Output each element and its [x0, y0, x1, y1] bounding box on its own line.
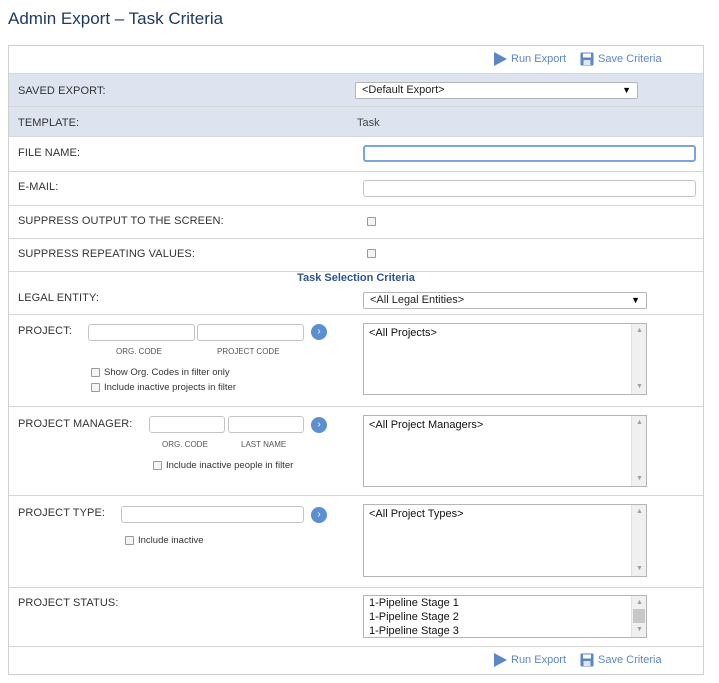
show-org-codes-label: Show Org. Codes in filter only: [104, 367, 230, 378]
page-title: Admin Export – Task Criteria: [8, 9, 224, 28]
project-org-code-input[interactable]: [88, 324, 195, 341]
project-status-listbox[interactable]: 1-Pipeline Stage 1 1-Pipeline Stage 2 1-…: [363, 595, 647, 638]
scroll-down-arrow-icon[interactable]: ▼: [632, 473, 647, 485]
org-code-caption: ORG. CODE: [116, 347, 162, 356]
file-name-label: FILE NAME:: [18, 147, 81, 159]
email-label: E-MAIL:: [18, 181, 59, 193]
email-input[interactable]: [363, 180, 696, 197]
top-toolbar: Run Export Save Criteria: [9, 46, 703, 74]
save-criteria-label: Save Criteria: [598, 53, 662, 65]
include-inactive-people-checkbox[interactable]: [153, 461, 162, 470]
project-listbox[interactable]: <All Projects> ▲ ▼: [363, 323, 647, 395]
suppress-output-label: SUPPRESS OUTPUT TO THE SCREEN:: [18, 215, 224, 227]
file-name-input[interactable]: [363, 145, 696, 162]
project-manager-search-button[interactable]: ›: [311, 417, 327, 433]
section-header-row: Task Selection Criteria: [9, 272, 703, 288]
floppy-disk-icon: [580, 52, 594, 66]
suppress-repeating-checkbox[interactable]: [367, 249, 376, 258]
list-item[interactable]: <All Project Types>: [364, 507, 646, 521]
project-manager-label: PROJECT MANAGER:: [18, 418, 133, 430]
save-criteria-label: Save Criteria: [598, 654, 662, 666]
pm-org-code-input[interactable]: [149, 416, 225, 433]
project-code-input[interactable]: [197, 324, 304, 341]
project-type-input[interactable]: [121, 506, 304, 523]
suppress-output-row: SUPPRESS OUTPUT TO THE SCREEN:: [9, 206, 703, 239]
include-inactive-types-label: Include inactive: [138, 535, 204, 546]
run-export-button-bottom[interactable]: Run Export: [494, 653, 566, 667]
project-search-button[interactable]: ›: [311, 324, 327, 340]
file-name-row: FILE NAME:: [9, 137, 703, 172]
project-manager-row: PROJECT MANAGER: ORG. CODE LAST NAME › I…: [9, 407, 703, 496]
play-icon: [494, 653, 507, 667]
run-export-label: Run Export: [511, 53, 567, 65]
project-status-label: PROJECT STATUS:: [18, 597, 119, 609]
arrow-right-circle-icon: ›: [317, 419, 321, 430]
project-row: PROJECT: ORG. CODE PROJECT CODE › Show O…: [9, 315, 703, 407]
project-type-search-button[interactable]: ›: [311, 507, 327, 523]
arrow-right-circle-icon: ›: [317, 509, 321, 520]
task-selection-criteria-title: Task Selection Criteria: [297, 272, 415, 284]
template-value: Task: [357, 117, 380, 129]
export-form: Run Export Save Criteria SAVED EXPORT: <…: [8, 45, 704, 675]
include-inactive-projects-label: Include inactive projects in filter: [104, 382, 237, 393]
suppress-output-checkbox[interactable]: [367, 217, 376, 226]
scroll-up-arrow-icon[interactable]: ▲: [632, 325, 647, 337]
caret-down-icon: ▼: [622, 85, 631, 95]
list-item[interactable]: <All Projects>: [364, 326, 646, 340]
project-code-caption: PROJECT CODE: [217, 347, 280, 356]
run-export-button-top[interactable]: Run Export: [494, 52, 566, 66]
play-icon: [494, 52, 507, 66]
include-inactive-types-checkbox[interactable]: [125, 536, 134, 545]
last-name-caption: LAST NAME: [241, 440, 287, 449]
legal-entity-row: LEGAL ENTITY: <All Legal Entities> ▼: [9, 288, 703, 315]
floppy-disk-icon: [580, 653, 594, 667]
show-org-codes-checkbox[interactable]: [91, 368, 100, 377]
saved-export-select[interactable]: <Default Export> ▼: [355, 82, 638, 99]
scrollbar-thumb[interactable]: [633, 609, 645, 623]
template-label: TEMPLATE:: [18, 117, 80, 129]
project-type-row: PROJECT TYPE: › Include inactive <All Pr…: [9, 496, 703, 588]
include-inactive-people-label: Include inactive people in filter: [166, 460, 294, 471]
save-criteria-button-top[interactable]: Save Criteria: [580, 52, 662, 66]
project-manager-listbox[interactable]: <All Project Managers> ▲ ▼: [363, 415, 647, 487]
scroll-down-arrow-icon[interactable]: ▼: [632, 381, 647, 393]
saved-export-value: <Default Export>: [362, 84, 445, 96]
run-export-label: Run Export: [511, 654, 567, 666]
scroll-up-arrow-icon[interactable]: ▲: [632, 506, 647, 518]
arrow-right-circle-icon: ›: [317, 326, 321, 337]
project-type-listbox[interactable]: <All Project Types> ▲ ▼: [363, 504, 647, 577]
list-item[interactable]: 1-Pipeline Stage 2: [364, 610, 646, 624]
suppress-repeating-row: SUPPRESS REPEATING VALUES:: [9, 239, 703, 272]
project-manager-listbox-scrollbar[interactable]: ▲ ▼: [631, 416, 646, 486]
org-code-caption: ORG. CODE: [162, 440, 208, 449]
email-row: E-MAIL:: [9, 172, 703, 206]
template-row: TEMPLATE: Task: [9, 107, 703, 137]
caret-down-icon: ▼: [631, 295, 640, 305]
project-listbox-scrollbar[interactable]: ▲ ▼: [631, 324, 646, 394]
project-status-listbox-scrollbar[interactable]: ▲ ▼: [631, 596, 646, 637]
suppress-repeating-label: SUPPRESS REPEATING VALUES:: [18, 248, 196, 260]
saved-export-label: SAVED EXPORT:: [18, 85, 106, 97]
save-criteria-button-bottom[interactable]: Save Criteria: [580, 653, 662, 667]
scroll-down-arrow-icon[interactable]: ▼: [632, 563, 647, 575]
saved-export-row: SAVED EXPORT: <Default Export> ▼: [9, 74, 703, 107]
project-status-row: PROJECT STATUS: 1-Pipeline Stage 1 1-Pip…: [9, 588, 703, 647]
list-item[interactable]: 1-Pipeline Stage 1: [364, 596, 646, 610]
scroll-up-arrow-icon[interactable]: ▲: [632, 417, 647, 429]
pm-last-name-input[interactable]: [228, 416, 304, 433]
legal-entity-label: LEGAL ENTITY:: [18, 292, 99, 304]
project-label: PROJECT:: [18, 325, 72, 337]
project-type-listbox-scrollbar[interactable]: ▲ ▼: [631, 505, 646, 576]
scroll-up-arrow-icon[interactable]: ▲: [632, 597, 647, 609]
scroll-down-arrow-icon[interactable]: ▼: [632, 624, 647, 636]
bottom-toolbar: Run Export Save Criteria: [9, 647, 703, 674]
legal-entity-select[interactable]: <All Legal Entities> ▼: [363, 292, 647, 309]
list-item[interactable]: <All Project Managers>: [364, 418, 646, 432]
legal-entity-value: <All Legal Entities>: [370, 294, 465, 306]
project-type-label: PROJECT TYPE:: [18, 507, 106, 519]
list-item[interactable]: 1-Pipeline Stage 3: [364, 624, 646, 638]
include-inactive-projects-checkbox[interactable]: [91, 383, 100, 392]
